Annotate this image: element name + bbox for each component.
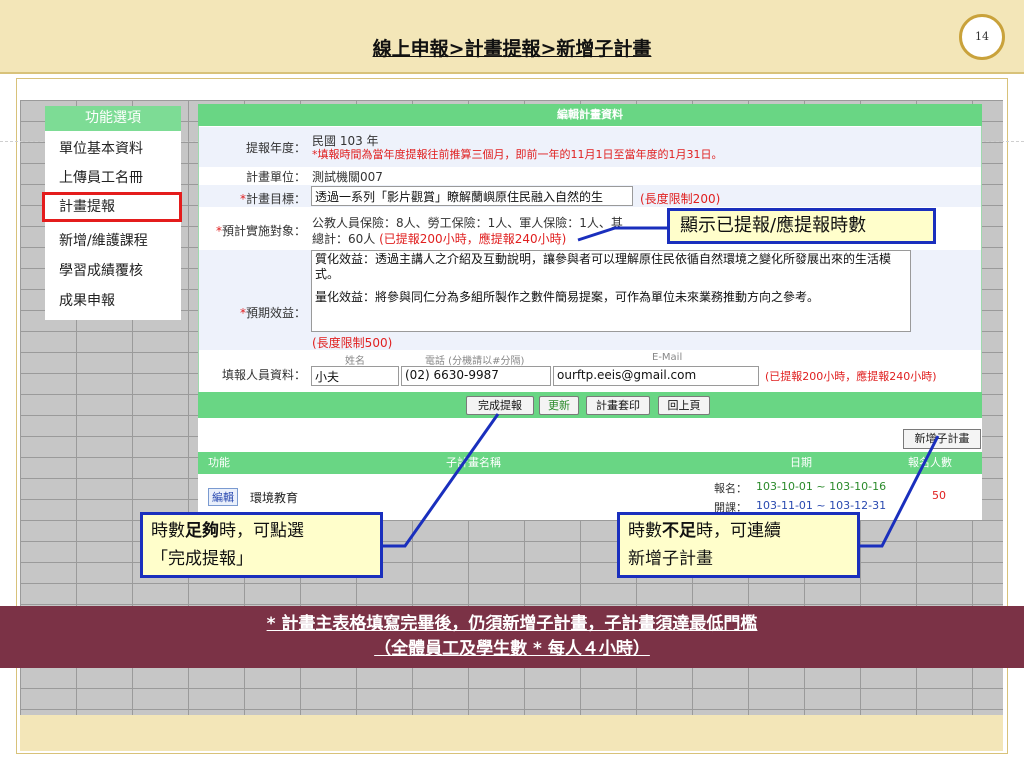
- callout-insufficient-hours: 時數不足時，可連續 新增子計畫: [617, 512, 860, 578]
- connector-complete: [381, 413, 500, 548]
- connector-add: [858, 435, 940, 548]
- banner-line1: * 計畫主表格填寫完畢後，仍須新增子計畫，子計畫須達最低門檻: [266, 614, 758, 634]
- note-banner: * 計畫主表格填寫完畢後，仍須新增子計畫，子計畫須達最低門檻 （全體員工及學生數…: [0, 606, 1024, 668]
- callout-enough-hours: 時數足夠時，可點選 「完成提報」: [140, 512, 383, 578]
- banner-line2: （全體員工及學生數 * 每人４小時）: [374, 639, 650, 659]
- connector-hours: [577, 226, 668, 242]
- callout-hours-display: 顯示已提報/應提報時數: [667, 208, 936, 244]
